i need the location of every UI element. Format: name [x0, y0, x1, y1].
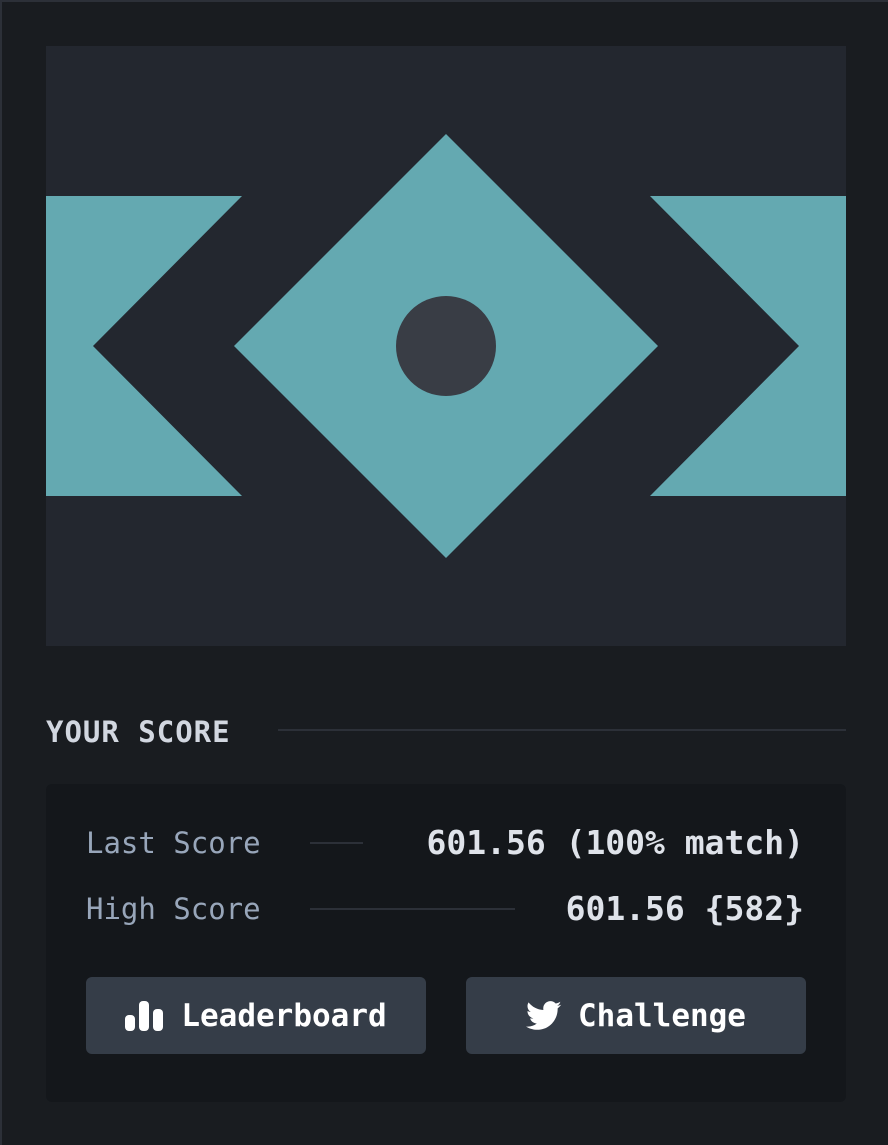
- section-title: YOUR SCORE: [46, 715, 231, 749]
- target-shape-drawing: [46, 46, 846, 646]
- last-score-row: Last Score 601.56 (100% match): [86, 819, 804, 867]
- section-divider: [278, 729, 846, 731]
- twitter-bird-icon: [526, 1000, 562, 1031]
- score-card: Last Score 601.56 (100% match) High Scor…: [46, 784, 846, 1102]
- last-score-value: 601.56 (100% match): [426, 823, 805, 862]
- game-panel: YOUR SCORE Last Score 601.56 (100% match…: [0, 0, 888, 1145]
- bar-chart-icon: [125, 1000, 165, 1031]
- high-score-label: High Score: [86, 892, 261, 926]
- challenge-button-label: Challenge: [578, 997, 746, 1034]
- last-score-divider: [310, 842, 363, 844]
- center-dot-shape: [396, 296, 496, 396]
- last-score-label: Last Score: [86, 826, 261, 860]
- challenge-button[interactable]: Challenge: [466, 977, 806, 1054]
- high-score-value: 601.56 {582}: [565, 889, 804, 928]
- high-score-divider: [310, 908, 515, 910]
- leaderboard-button[interactable]: Leaderboard: [86, 977, 426, 1054]
- target-image-canvas: [46, 46, 846, 646]
- leaderboard-button-label: Leaderboard: [181, 997, 387, 1034]
- high-score-row: High Score 601.56 {582}: [86, 885, 804, 933]
- score-section-header: YOUR SCORE: [46, 712, 846, 752]
